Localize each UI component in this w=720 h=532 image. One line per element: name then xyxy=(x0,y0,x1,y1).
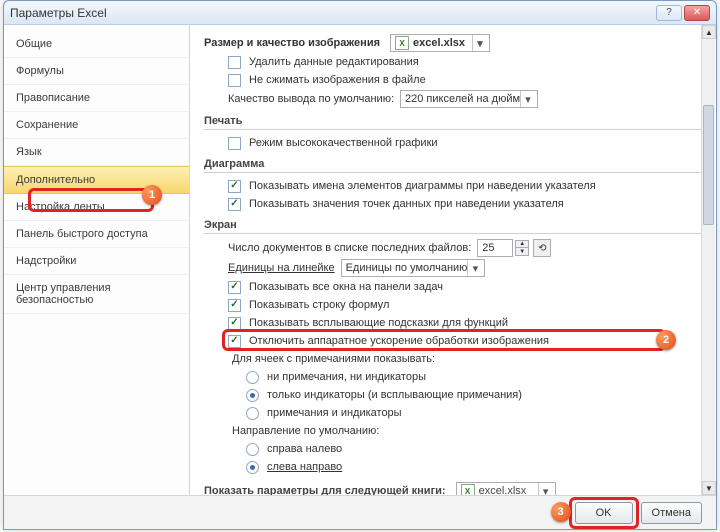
label-ruler-units: Единицы на линейке xyxy=(228,262,335,274)
checkbox-show-formula-bar[interactable] xyxy=(228,299,241,312)
callout-badge-2: 2 xyxy=(656,330,676,350)
recent-count-value: 25 xyxy=(482,242,494,254)
recent-reset-button[interactable]: ⟲ xyxy=(533,239,551,257)
label-chart-values: Показывать значения точек данных при нав… xyxy=(249,198,564,210)
label-show-tooltips: Показывать всплывающие подсказки для фун… xyxy=(249,317,508,329)
section-image-quality-title: Размер и качество изображения xyxy=(204,37,380,49)
label-direction: Направление по умолчанию: xyxy=(232,425,379,437)
recent-count-stepper[interactable]: ▲▼ xyxy=(515,240,529,256)
chevron-down-icon: ▾ xyxy=(472,35,487,51)
section-print-title: Печать xyxy=(204,115,702,130)
image-section-workbook-value: excel.xlsx xyxy=(413,37,465,49)
label-disable-hw-accel: Отключить аппаратное ускорение обработки… xyxy=(249,335,549,347)
chevron-down-icon: ▾ xyxy=(467,260,482,276)
label-no-compress: Не сжимать изображения в файле xyxy=(249,74,426,86)
section-chart-title: Диаграмма xyxy=(204,158,702,173)
book-section-workbook-select[interactable]: X excel.xlsx ▾ xyxy=(456,482,556,495)
quality-select[interactable]: 220 пикселей на дюйм ▾ xyxy=(400,90,538,108)
radio-no-comments[interactable] xyxy=(246,371,259,384)
section-book-title: Показать параметры для следующей книги: xyxy=(204,485,446,495)
label-hq-graphics: Режим высококачественной графики xyxy=(249,137,438,149)
step-up-icon[interactable]: ▲ xyxy=(515,240,529,248)
cancel-button[interactable]: Отмена xyxy=(641,502,702,524)
scroll-thumb[interactable] xyxy=(703,105,714,225)
label-show-all-windows: Показывать все окна на панели задач xyxy=(249,281,443,293)
label-show-formula-bar: Показывать строку формул xyxy=(249,299,389,311)
sidebar-item-language[interactable]: Язык xyxy=(4,139,189,166)
label-recent: Число документов в списке последних файл… xyxy=(228,242,471,254)
checkbox-no-compress[interactable] xyxy=(228,74,241,87)
label-rtl: справа налево xyxy=(267,443,342,455)
sidebar-item-qat[interactable]: Панель быстрого доступа xyxy=(4,221,189,248)
label-cells-comments: Для ячеек с примечаниями показывать: xyxy=(232,353,435,365)
image-section-workbook-select[interactable]: X excel.xlsx ▾ xyxy=(390,34,490,52)
excel-file-icon: X xyxy=(461,484,475,495)
label-chart-names: Показывать имена элементов диаграммы при… xyxy=(249,180,596,192)
radio-rtl[interactable] xyxy=(246,443,259,456)
ruler-units-value: Единицы по умолчанию xyxy=(346,262,468,274)
ok-button[interactable]: OK xyxy=(575,502,633,524)
scroll-down-icon[interactable]: ▼ xyxy=(702,481,716,495)
vertical-scrollbar[interactable]: ▲ ▼ xyxy=(701,25,715,495)
checkbox-chart-names[interactable] xyxy=(228,180,241,193)
section-screen-title: Экран xyxy=(204,219,702,234)
chevron-down-icon: ▾ xyxy=(520,91,535,107)
radio-only-indicators[interactable] xyxy=(246,389,259,402)
content-pane: ▲ ▼ Размер и качество изображения X exce… xyxy=(190,25,716,495)
scroll-up-icon[interactable]: ▲ xyxy=(702,25,716,39)
radio-ltr[interactable] xyxy=(246,461,259,474)
checkbox-show-tooltips[interactable] xyxy=(228,317,241,330)
sidebar-item-proofing[interactable]: Правописание xyxy=(4,85,189,112)
label-only-indicators: только индикаторы (и всплывающие примеча… xyxy=(267,389,522,401)
sidebar-item-formulas[interactable]: Формулы xyxy=(4,58,189,85)
help-button[interactable]: ? xyxy=(656,5,682,21)
label-quality: Качество вывода по умолчанию: xyxy=(228,93,394,105)
label-no-comments: ни примечания, ни индикаторы xyxy=(267,371,426,383)
window-title: Параметры Excel xyxy=(10,6,654,20)
quality-value: 220 пикселей на дюйм xyxy=(405,93,520,105)
book-section-workbook-value: excel.xlsx xyxy=(479,485,527,495)
checkbox-discard-edit[interactable] xyxy=(228,56,241,69)
close-button[interactable]: ✕ xyxy=(684,5,710,21)
checkbox-hq-graphics[interactable] xyxy=(228,137,241,150)
sidebar-item-ribbon[interactable]: Настройка ленты xyxy=(4,194,189,221)
label-discard-edit: Удалить данные редактирования xyxy=(249,56,419,68)
sidebar-item-trust-center[interactable]: Центр управления безопасностью xyxy=(4,275,189,314)
radio-comments-and-ind[interactable] xyxy=(246,407,259,420)
sidebar-item-general[interactable]: Общие xyxy=(4,31,189,58)
step-down-icon[interactable]: ▼ xyxy=(515,248,529,256)
label-ltr: слева направо xyxy=(267,461,342,473)
recent-count-input[interactable]: 25 xyxy=(477,239,513,257)
checkbox-chart-values[interactable] xyxy=(228,198,241,211)
checkbox-disable-hw-accel[interactable] xyxy=(228,335,241,348)
sidebar: Общие Формулы Правописание Сохранение Яз… xyxy=(4,25,190,495)
callout-badge-3: 3 xyxy=(551,502,571,522)
checkbox-show-all-windows[interactable] xyxy=(228,281,241,294)
sidebar-item-save[interactable]: Сохранение xyxy=(4,112,189,139)
sidebar-item-addins[interactable]: Надстройки xyxy=(4,248,189,275)
titlebar: Параметры Excel ? ✕ xyxy=(4,1,716,25)
excel-file-icon: X xyxy=(395,36,409,50)
sidebar-item-advanced[interactable]: Дополнительно xyxy=(4,166,189,194)
label-comments-and-ind: примечания и индикаторы xyxy=(267,407,402,419)
dialog-footer: OK 3 Отмена xyxy=(4,495,716,529)
ruler-units-select[interactable]: Единицы по умолчанию ▾ xyxy=(341,259,486,277)
chevron-down-icon: ▾ xyxy=(538,483,553,495)
